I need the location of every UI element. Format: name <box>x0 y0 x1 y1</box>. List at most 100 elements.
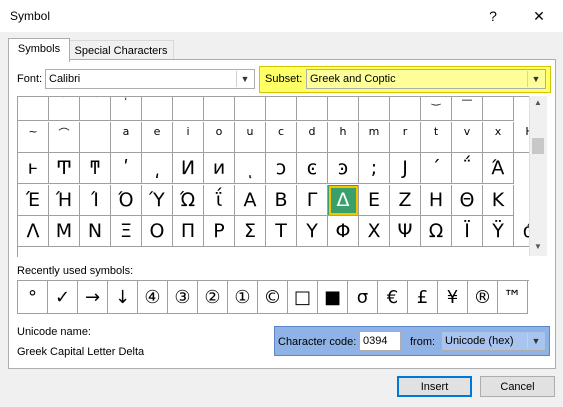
symbol-cell[interactable]: Ά <box>483 153 514 184</box>
symbol-cell[interactable]: Η <box>421 184 452 216</box>
symbol-cell[interactable]: — <box>452 97 483 121</box>
scroll-thumb[interactable] <box>532 138 544 154</box>
recent-symbol[interactable]: ® <box>468 281 498 314</box>
symbol-cell[interactable]: ͽ <box>328 153 359 184</box>
symbol-cell[interactable]: Ή <box>49 184 80 216</box>
chevron-down-icon[interactable]: ▼ <box>527 333 544 349</box>
recent-symbol[interactable]: σ <box>348 281 378 314</box>
symbol-cell[interactable] <box>173 97 204 121</box>
symbol-cell[interactable]: ‿ <box>421 97 452 121</box>
recent-symbol[interactable]: ↓ <box>108 281 138 314</box>
symbol-cell[interactable]: Μ <box>49 216 80 247</box>
symbol-cell[interactable]: Λ <box>18 216 49 247</box>
symbol-cell[interactable]: r <box>390 121 421 153</box>
recent-symbol[interactable]: ① <box>228 281 258 314</box>
symbol-cell[interactable]: i <box>173 121 204 153</box>
recent-symbol[interactable]: ■ <box>318 281 348 314</box>
symbol-cell[interactable]: Ξ <box>111 216 142 247</box>
symbol-cell[interactable]: ͻ <box>266 153 297 184</box>
font-dropdown[interactable]: Calibri ▼ <box>45 69 255 89</box>
recent-symbol[interactable]: ② <box>198 281 228 314</box>
symbol-cell[interactable]: ʹ <box>111 153 142 184</box>
recent-symbol[interactable]: → <box>78 281 108 314</box>
symbol-cell[interactable]: Ζ <box>390 184 421 216</box>
symbol-cell[interactable]: ~ <box>18 121 49 153</box>
symbol-cell[interactable]: o <box>204 121 235 153</box>
symbol-cell[interactable]: Ώ <box>173 184 204 216</box>
symbol-cell[interactable]: Γ <box>297 184 328 216</box>
symbol-cell[interactable]: Κ <box>483 184 514 216</box>
symbol-cell[interactable]: d <box>297 121 328 153</box>
symbol-cell[interactable]: ˂ <box>80 97 111 121</box>
symbol-cell[interactable]: Ͷ <box>173 153 204 184</box>
recent-symbol[interactable]: © <box>258 281 288 314</box>
symbol-cell[interactable]: v <box>452 121 483 153</box>
symbol-cell[interactable]: ΐ <box>204 184 235 216</box>
symbol-cell[interactable]: Θ <box>452 184 483 216</box>
symbol-cell[interactable]: Ί <box>80 184 111 216</box>
symbol-cell[interactable]: m <box>359 121 390 153</box>
symbol-cell[interactable]: ⌒ <box>49 121 80 153</box>
symbol-cell[interactable] <box>204 97 235 121</box>
symbol-cell[interactable] <box>142 97 173 121</box>
symbol-cell[interactable]: ; <box>359 153 390 184</box>
scroll-down-icon[interactable]: ▼ <box>534 242 542 251</box>
recent-symbol[interactable]: € <box>378 281 408 314</box>
symbol-cell[interactable]: ͺ <box>235 153 266 184</box>
symbol-cell[interactable] <box>297 97 328 121</box>
symbol-cell[interactable]: Φ <box>328 216 359 247</box>
symbol-cell[interactable]: Ψ <box>390 216 421 247</box>
symbol-cell[interactable]: ͼ <box>297 153 328 184</box>
symbol-cell[interactable]: Ε <box>359 184 390 216</box>
symbol-cell[interactable]: Π <box>173 216 204 247</box>
symbol-cell[interactable]: ͷ <box>204 153 235 184</box>
symbol-cell[interactable]: Ϳ <box>390 153 421 184</box>
symbol-cell[interactable]: ˓ <box>111 97 142 121</box>
symbol-cell[interactable]: u <box>235 121 266 153</box>
close-icon[interactable]: ✕ <box>524 4 554 28</box>
symbol-cell[interactable]: a <box>111 121 142 153</box>
symbol-cell[interactable]: Χ <box>359 216 390 247</box>
char-code-input[interactable]: 0394 <box>359 331 401 351</box>
recent-symbol[interactable]: £ <box>408 281 438 314</box>
symbol-cell[interactable]: Ν <box>80 216 111 247</box>
symbol-cell[interactable]: Σ <box>235 216 266 247</box>
symbol-cell[interactable]: ά <box>514 216 530 247</box>
symbol-cell[interactable]: Ϋ <box>483 216 514 247</box>
symbol-cell[interactable] <box>390 97 421 121</box>
symbol-cell[interactable]: c <box>266 121 297 153</box>
from-dropdown[interactable]: Unicode (hex) ▼ <box>441 331 546 351</box>
symbol-cell[interactable]: Ύ <box>142 184 173 216</box>
symbol-cell[interactable]: Ω <box>421 216 452 247</box>
symbol-cell[interactable] <box>328 97 359 121</box>
symbol-cell[interactable]: ˃ <box>49 97 80 121</box>
recent-symbol[interactable]: ④ <box>138 281 168 314</box>
symbol-cell[interactable]: ͱ <box>18 153 49 184</box>
symbol-cell[interactable]: Υ <box>297 216 328 247</box>
chevron-down-icon[interactable]: ▼ <box>236 71 253 87</box>
insert-button[interactable]: Insert <box>397 376 472 397</box>
chevron-down-icon[interactable]: ▼ <box>527 71 544 87</box>
recent-symbol[interactable]: ¥ <box>438 281 468 314</box>
recent-symbol[interactable]: □ <box>288 281 318 314</box>
symbol-cell[interactable]: x <box>483 121 514 153</box>
symbol-cell[interactable]: h <box>328 121 359 153</box>
symbol-cell[interactable]: ͵ <box>142 153 173 184</box>
cancel-button[interactable]: Cancel <box>480 376 555 397</box>
symbol-cell[interactable] <box>359 97 390 121</box>
recent-symbol[interactable]: ° <box>18 281 48 314</box>
symbol-cell[interactable]: Ͳ <box>49 153 80 184</box>
recent-symbol[interactable]: ③ <box>168 281 198 314</box>
tab-symbols[interactable]: Symbols <box>8 38 70 62</box>
symbol-cell[interactable]: e <box>142 121 173 153</box>
symbol-cell[interactable]: Ͱ <box>514 121 530 153</box>
scroll-up-icon[interactable]: ▲ <box>534 98 542 107</box>
symbol-cell[interactable]: Ό <box>111 184 142 216</box>
recent-symbol[interactable]: ✓ <box>48 281 78 314</box>
symbol-cell[interactable]: ΅ <box>452 153 483 184</box>
symbol-cell[interactable] <box>266 97 297 121</box>
symbol-cell[interactable]: Β <box>266 184 297 216</box>
symbol-cell[interactable] <box>483 97 514 121</box>
symbol-cell[interactable]: t <box>421 121 452 153</box>
symbol-cell[interactable]: Α <box>235 184 266 216</box>
